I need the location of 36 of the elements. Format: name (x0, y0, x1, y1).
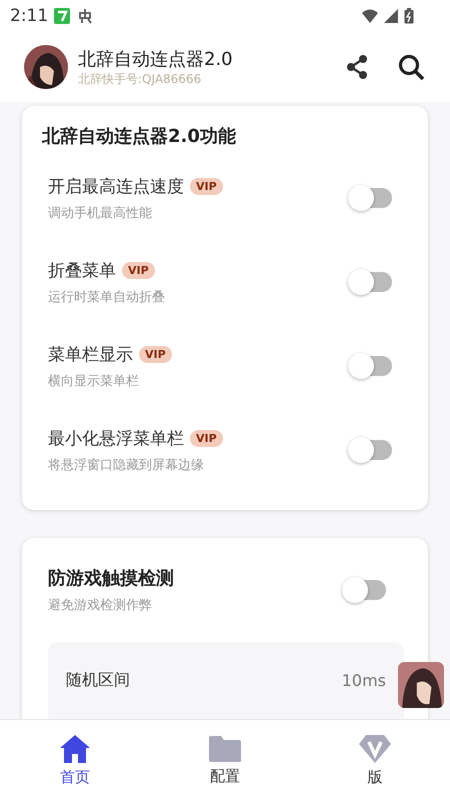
setting-description: 避免游戏检测作弊 (48, 597, 153, 614)
vip-badge: VIP (139, 346, 172, 362)
diamond-icon (358, 734, 392, 764)
setting-label: 开启最高连点速度 (48, 176, 184, 198)
status-time: 2:11 (10, 6, 48, 26)
toggle-switch[interactable] (350, 356, 392, 376)
setting-label: 折叠菜单 (48, 260, 116, 282)
setting-description: 运行时菜单自动折叠 (48, 288, 166, 306)
setting-description: 横向显示菜单栏 (48, 372, 140, 390)
nav-tab[interactable]: 首页 (0, 720, 150, 800)
vip-badge: VIP (122, 262, 155, 278)
card-title: 防游戏触摸检测 (48, 567, 175, 590)
card-title: 北辞自动连点器2.0功能 (42, 125, 237, 148)
nav-tab[interactable]: 版 (300, 720, 450, 800)
home-icon (59, 734, 91, 764)
nav-tab[interactable]: 配置 (150, 720, 300, 800)
search-icon[interactable] (396, 52, 426, 82)
app-notification-icon (54, 8, 70, 24)
app-title: 北辞自动连点器2.0 (78, 48, 234, 70)
folder-icon (208, 734, 242, 762)
setting-description: 将悬浮窗口隐藏到屏幕边缘 (48, 456, 205, 474)
setting-label: 最小化悬浮菜单栏 (48, 428, 184, 450)
account-subtitle: 北辞快手号:QJA86666 (78, 70, 202, 88)
toggle-switch[interactable] (350, 272, 392, 292)
setting-label: 菜单栏显示 (48, 344, 133, 366)
setting-label: 随机区间 (66, 670, 130, 690)
toggle-switch[interactable] (350, 188, 392, 208)
toggle-switch[interactable] (344, 580, 386, 600)
setting-value: 10ms (342, 670, 386, 690)
wifi-icon (362, 9, 378, 23)
vip-badge: VIP (190, 430, 223, 446)
battery-icon (404, 8, 414, 24)
setting-description: 调动手机最高性能 (48, 204, 153, 222)
vip-badge: VIP (190, 178, 223, 194)
signal-icon (384, 9, 398, 23)
toggle-switch[interactable] (350, 440, 392, 460)
